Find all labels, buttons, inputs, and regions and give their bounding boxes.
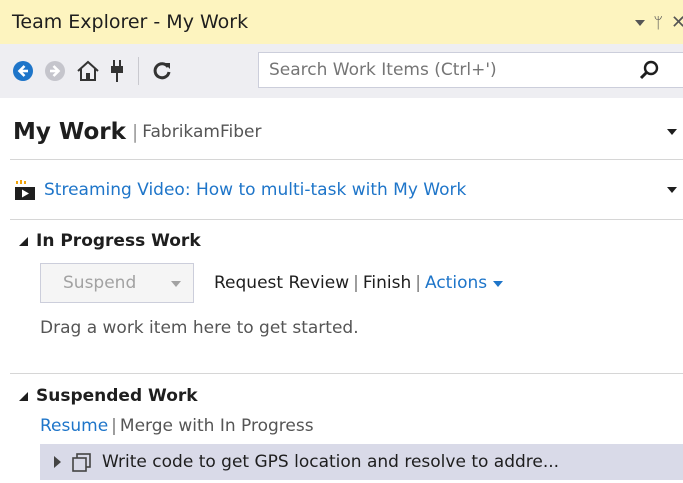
collapse-icon[interactable] bbox=[19, 236, 28, 246]
suspended-section-header[interactable]: Suspended Work bbox=[0, 382, 683, 410]
work-item-icon bbox=[71, 451, 93, 473]
title-bar-controls: ᛘ ✕ bbox=[635, 0, 683, 44]
request-review-link[interactable]: Request Review bbox=[214, 273, 349, 293]
page-title: My Work bbox=[13, 119, 126, 145]
search-box bbox=[258, 52, 683, 88]
pin-icon: ᛘ bbox=[653, 12, 663, 32]
work-item-label: Write code to get GPS location and resol… bbox=[102, 452, 560, 472]
window-menu-button[interactable] bbox=[635, 13, 646, 32]
title-bar: Team Explorer - My Work ᛘ ✕ bbox=[0, 0, 683, 44]
page-header: My Work | FabrikamFiber bbox=[0, 108, 683, 156]
suspended-work-item[interactable]: Write code to get GPS location and resol… bbox=[40, 444, 683, 480]
link-separator: | bbox=[111, 416, 117, 436]
streaming-video-link[interactable]: Streaming Video: How to multi-task with … bbox=[44, 180, 466, 200]
suspended-links: Resume | Merge with In Progress bbox=[40, 413, 314, 439]
header-separator: | bbox=[131, 121, 139, 143]
in-progress-title: In Progress Work bbox=[36, 231, 201, 251]
project-name: FabrikamFiber bbox=[142, 122, 262, 142]
actions-chevron-down-icon[interactable] bbox=[493, 281, 504, 287]
suspend-label: Suspend bbox=[63, 273, 137, 293]
link-separator: | bbox=[353, 273, 359, 293]
forward-icon bbox=[45, 61, 65, 81]
refresh-button[interactable] bbox=[151, 56, 173, 86]
close-button[interactable]: ✕ bbox=[671, 12, 683, 33]
video-chevron-down-icon[interactable] bbox=[667, 187, 677, 193]
refresh-icon bbox=[153, 62, 171, 80]
divider bbox=[10, 159, 683, 160]
window-title: Team Explorer - My Work bbox=[12, 11, 249, 33]
back-button[interactable] bbox=[12, 56, 34, 86]
connect-icon bbox=[111, 60, 123, 82]
in-progress-actions: Suspend Request Review | Finish | Action… bbox=[0, 263, 683, 305]
search-input[interactable] bbox=[269, 60, 629, 80]
video-row: Streaming Video: How to multi-task with … bbox=[0, 168, 683, 212]
expand-icon[interactable] bbox=[54, 456, 61, 468]
link-separator: | bbox=[415, 273, 421, 293]
connect-button[interactable] bbox=[110, 56, 124, 86]
in-progress-links: Request Review | Finish | Actions bbox=[214, 263, 504, 303]
toolbar-separator bbox=[138, 57, 139, 85]
search-icon bbox=[639, 60, 659, 80]
divider bbox=[10, 219, 683, 220]
divider bbox=[10, 373, 683, 374]
chevron-down-icon bbox=[635, 19, 646, 26]
page-menu-chevron-down-icon[interactable] bbox=[667, 129, 677, 135]
back-icon bbox=[13, 61, 33, 81]
home-icon bbox=[77, 60, 99, 81]
actions-link[interactable]: Actions bbox=[425, 273, 487, 293]
chevron-down-icon bbox=[171, 281, 181, 287]
suspended-title: Suspended Work bbox=[36, 386, 198, 406]
resume-link[interactable]: Resume bbox=[40, 416, 108, 436]
finish-link[interactable]: Finish bbox=[363, 273, 411, 293]
drop-hint: Drag a work item here to get started. bbox=[40, 318, 359, 338]
video-icon bbox=[14, 179, 36, 201]
close-icon: ✕ bbox=[671, 11, 683, 33]
merge-with-in-progress-link[interactable]: Merge with In Progress bbox=[120, 416, 314, 436]
collapse-icon[interactable] bbox=[19, 391, 28, 401]
suspend-button[interactable]: Suspend bbox=[40, 263, 194, 303]
forward-button[interactable] bbox=[44, 56, 66, 86]
toolbar bbox=[0, 44, 683, 98]
pin-button[interactable]: ᛘ bbox=[653, 13, 663, 32]
in-progress-section-header[interactable]: In Progress Work bbox=[0, 227, 683, 255]
home-button[interactable] bbox=[76, 56, 100, 86]
search-button[interactable] bbox=[639, 59, 661, 85]
